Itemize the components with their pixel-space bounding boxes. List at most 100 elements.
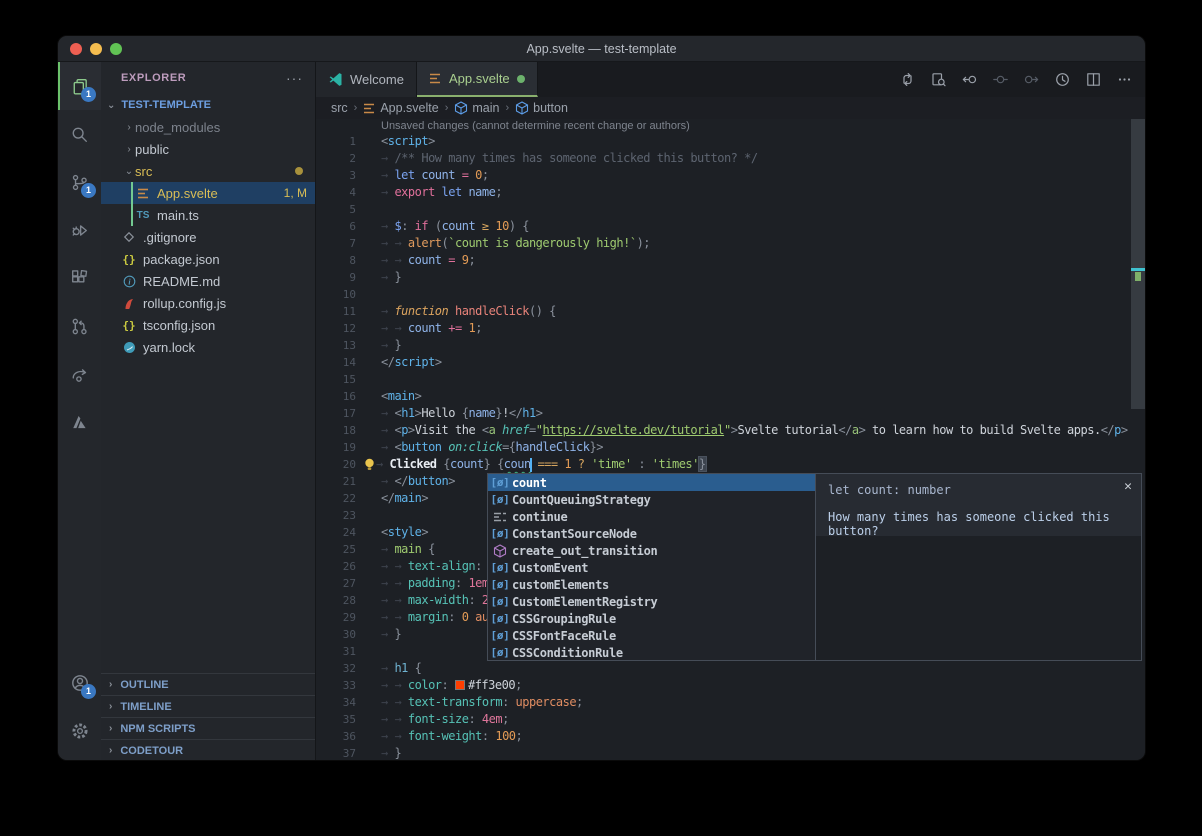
code-line-6[interactable]: 6→ $: if (count ≥ 10) { xyxy=(316,218,1145,235)
activity-search-search-icon[interactable] xyxy=(58,110,101,158)
section-npm-scripts[interactable]: ›NPM SCRIPTS xyxy=(101,717,315,739)
tab-welcome[interactable]: Welcome xyxy=(316,62,417,97)
suggest-item-customevent[interactable]: [ø]CustomEvent xyxy=(488,559,815,576)
tree-item-tsconfig-json[interactable]: {}tsconfig.json xyxy=(101,314,315,336)
tree-item-node-modules[interactable]: ›node_modules xyxy=(101,116,315,138)
activity-azure-azure-icon[interactable] xyxy=(58,398,101,446)
activity-github-pull-requests-pull-request-icon[interactable] xyxy=(58,302,101,350)
modified-dot xyxy=(295,167,303,175)
gitlens-compare-icon[interactable] xyxy=(896,69,918,91)
gitlens-codelens[interactable]: Unsaved changes (cannot determine recent… xyxy=(316,119,1145,133)
code-line-11[interactable]: 11→ function handleClick() { xyxy=(316,303,1145,320)
suggest-item-constantsourcenode[interactable]: [ø]ConstantSourceNode xyxy=(488,525,815,542)
file-history-icon[interactable] xyxy=(1051,69,1073,91)
tab-app-svelte[interactable]: App.svelte xyxy=(417,62,538,97)
tree-item-public[interactable]: ›public xyxy=(101,138,315,160)
code-text xyxy=(356,507,381,524)
suggest-item-customelements[interactable]: [ø]customElements xyxy=(488,576,815,593)
code-line-33[interactable]: 33→ → color: #ff3e00; xyxy=(316,677,1145,694)
code-text: → function handleClick() { xyxy=(356,303,556,320)
minimize-window-button[interactable] xyxy=(90,43,102,55)
breadcrumb-src[interactable]: src xyxy=(331,101,348,115)
color-swatch[interactable] xyxy=(455,680,465,690)
tree-item--gitignore[interactable]: .gitignore xyxy=(101,226,315,248)
code-line-32[interactable]: 32→ h1 { xyxy=(316,660,1145,677)
code-text: → } xyxy=(356,269,401,286)
suggest-item-create_out_transition[interactable]: create_out_transition xyxy=(488,542,815,559)
activity-source-control-source-control-icon[interactable]: 1 xyxy=(58,158,101,206)
code-line-1[interactable]: 1<script> xyxy=(316,133,1145,150)
gear-icon[interactable] xyxy=(58,707,101,755)
activity-run-debug-run-debug-icon[interactable] xyxy=(58,206,101,254)
code-line-5[interactable]: 5 xyxy=(316,201,1145,218)
breadcrumb-button[interactable]: button xyxy=(515,101,568,115)
breadcrumb-label: src xyxy=(331,101,348,115)
tree-item-app-svelte[interactable]: App.svelte1, M xyxy=(101,182,315,204)
suggest-item-countqueuingstrategy[interactable]: [ø]CountQueuingStrategy xyxy=(488,491,815,508)
suggest-item-continue[interactable]: continue xyxy=(488,508,815,525)
file-tree: ›node_modules›public⌄srcApp.svelte1, MTS… xyxy=(101,116,315,358)
tree-item-readme-md[interactable]: iREADME.md xyxy=(101,270,315,292)
code-line-2[interactable]: 2→ /** How many times has someone clicke… xyxy=(316,150,1145,167)
code-line-7[interactable]: 7→ → alert(`count is dangerously high!`)… xyxy=(316,235,1145,252)
chevron-down-icon: ⌄ xyxy=(123,166,135,177)
section-timeline[interactable]: ›TIMELINE xyxy=(101,695,315,717)
code-line-8[interactable]: 8→ → count = 9; xyxy=(316,252,1145,269)
code-line-10[interactable]: 10 xyxy=(316,286,1145,303)
code-text xyxy=(356,201,381,218)
code-line-18[interactable]: 18→ <p>Visit the <a href="https://svelte… xyxy=(316,422,1145,439)
zoom-window-button[interactable] xyxy=(110,43,122,55)
code-editor[interactable]: Unsaved changes (cannot determine recent… xyxy=(316,119,1145,761)
suggest-item-cssconditionrule[interactable]: [ø]CSSConditionRule xyxy=(488,644,815,661)
code-line-9[interactable]: 9→ } xyxy=(316,269,1145,286)
editor-scrollbar[interactable] xyxy=(1131,119,1145,761)
code-line-37[interactable]: 37→ } xyxy=(316,745,1145,761)
code-line-4[interactable]: 4→ export let name; xyxy=(316,184,1145,201)
code-line-13[interactable]: 13→ } xyxy=(316,337,1145,354)
close-window-button[interactable] xyxy=(70,43,82,55)
code-line-12[interactable]: 12→ → count += 1; xyxy=(316,320,1145,337)
code-line-17[interactable]: 17→ <h1>Hello {name}!</h1> xyxy=(316,405,1145,422)
tree-item-label: rollup.config.js xyxy=(143,296,226,311)
code-line-36[interactable]: 36→ → font-weight: 100; xyxy=(316,728,1145,745)
lightbulb-icon[interactable] xyxy=(362,457,378,473)
code-line-34[interactable]: 34→ → text-transform: uppercase; xyxy=(316,694,1145,711)
section-label: TIMELINE xyxy=(120,701,171,713)
section-codetour[interactable]: ›CODETOUR xyxy=(101,739,315,761)
split-editor-icon[interactable] xyxy=(1082,69,1104,91)
current-change-icon[interactable] xyxy=(989,69,1011,91)
suggest-item-cssgroupingrule[interactable]: [ø]CSSGroupingRule xyxy=(488,610,815,627)
suggest-item-customelementregistry[interactable]: [ø]CustomElementRegistry xyxy=(488,593,815,610)
account-icon[interactable]: 1 xyxy=(58,659,101,707)
more-actions-icon[interactable] xyxy=(1113,69,1135,91)
activity-explorer-files-icon[interactable]: 1 xyxy=(58,62,101,110)
tree-item-src[interactable]: ⌄src xyxy=(101,160,315,182)
breadcrumb-main[interactable]: main xyxy=(454,101,499,115)
tree-item-yarn-lock[interactable]: yarn.lock xyxy=(101,336,315,358)
dirty-dot-icon[interactable] xyxy=(517,75,525,83)
code-line-16[interactable]: 16<main> xyxy=(316,388,1145,405)
previous-change-icon[interactable] xyxy=(958,69,980,91)
activity-live-share-live-share-icon[interactable] xyxy=(58,350,101,398)
workspace-root-row[interactable]: ⌄ TEST-TEMPLATE xyxy=(101,94,315,116)
next-change-icon[interactable] xyxy=(1020,69,1042,91)
tree-item-rollup-config-js[interactable]: rollup.config.js xyxy=(101,292,315,314)
scrollbar-slider[interactable] xyxy=(1131,119,1145,409)
breadcrumb-label: App.svelte xyxy=(380,101,438,115)
code-line-14[interactable]: 14</script> xyxy=(316,354,1145,371)
tree-item-package-json[interactable]: {}package.json xyxy=(101,248,315,270)
open-preview-icon[interactable] xyxy=(927,69,949,91)
code-line-19[interactable]: 19→ <button on:click={handleClick}> xyxy=(316,439,1145,456)
suggest-item-cssfontfacerule[interactable]: [ø]CSSFontFaceRule xyxy=(488,627,815,644)
code-line-3[interactable]: 3→ let count = 0; xyxy=(316,167,1145,184)
code-line-35[interactable]: 35→ → font-size: 4em; xyxy=(316,711,1145,728)
section-outline[interactable]: ›OUTLINE xyxy=(101,673,315,695)
code-line-15[interactable]: 15 xyxy=(316,371,1145,388)
titlebar[interactable]: App.svelte — test-template xyxy=(58,36,1145,62)
tree-item-main-ts[interactable]: TSmain.ts xyxy=(101,204,315,226)
activity-extensions-extensions-icon[interactable] xyxy=(58,254,101,302)
suggest-item-count[interactable]: [ø]count xyxy=(488,474,815,491)
breadcrumb-app-svelte[interactable]: App.svelte xyxy=(363,101,438,115)
code-line-20[interactable]: 20→ Clicked {count} {coun === 1 ? 'time'… xyxy=(316,456,1145,473)
explorer-more-actions-icon[interactable]: ··· xyxy=(286,70,303,86)
